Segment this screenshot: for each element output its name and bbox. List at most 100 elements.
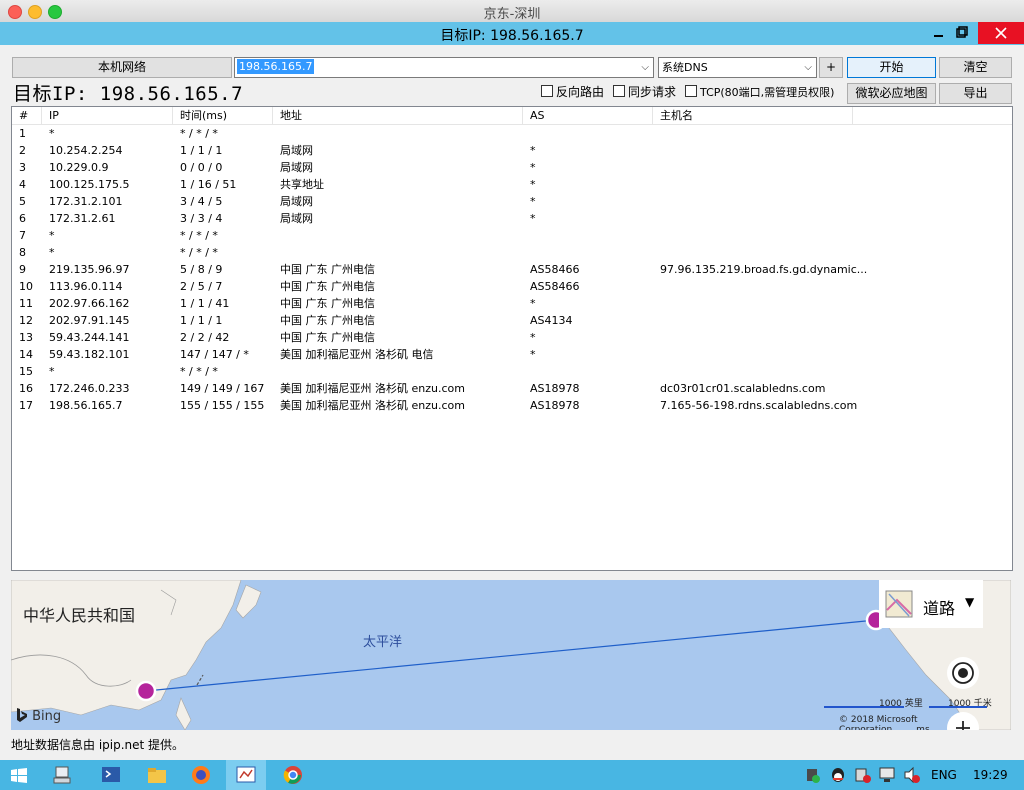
sync-request-label: 同步请求 <box>628 85 677 99</box>
table-row[interactable]: 3 10.229.0.9 0 / 0 / 0 局域网 * <box>12 159 1012 176</box>
cell-as: * <box>530 297 536 310</box>
sync-request-checkbox[interactable]: 同步请求 <box>613 85 676 99</box>
caret-down-icon[interactable]: ▼ <box>965 595 974 609</box>
cell-number: 11 <box>19 297 33 310</box>
trace-table[interactable]: # IP 时间(ms) 地址 AS 主机名 1 * * / * / * 2 10.254… <box>11 106 1013 571</box>
cell-time: 149 / 149 / 167 <box>180 382 265 395</box>
table-row[interactable]: 8 * * / * / * <box>12 244 1012 261</box>
source-marker <box>135 680 157 702</box>
cell-time: * / * / * <box>180 127 218 140</box>
cell-number: 9 <box>19 263 26 276</box>
tcp-checkbox[interactable]: TCP(80端口,需管理员权限) <box>685 85 834 100</box>
cell-address: 中国 广东 广州电信 <box>280 280 375 293</box>
table-row[interactable]: 17 198.56.165.7 155 / 155 / 155 美国 加利福尼亚州 洛… <box>12 397 1012 414</box>
cell-ip: 202.97.91.145 <box>49 314 130 327</box>
cell-time: 1 / 1 / 41 <box>180 297 230 310</box>
cell-time: 147 / 147 / * <box>180 348 249 361</box>
column-header-hostname[interactable]: 主机名 <box>653 107 853 124</box>
table-row[interactable]: 2 10.254.2.254 1 / 1 / 1 局域网 * <box>12 142 1012 159</box>
column-header-ip[interactable]: IP <box>42 107 173 124</box>
restore-button[interactable] <box>947 22 977 42</box>
table-row[interactable]: 16 172.246.0.233 149 / 149 / 167 美国 加利福尼亚州 … <box>12 380 1012 397</box>
network-tool-icon[interactable] <box>52 764 74 786</box>
chrome-icon[interactable] <box>282 764 304 786</box>
cell-number: 5 <box>19 195 26 208</box>
cell-hostname: 7.165-56-198.rdns.scalabledns.com <box>660 399 858 412</box>
checkbox-icon[interactable] <box>613 85 625 97</box>
cell-as: * <box>530 348 536 361</box>
cell-address: 中国 广东 广州电信 <box>280 314 375 327</box>
cell-ip: 219.135.96.97 <box>49 263 130 276</box>
cell-number: 1 <box>19 127 26 140</box>
volume-muted-icon[interactable] <box>903 766 925 788</box>
table-row[interactable]: 11 202.97.66.162 1 / 1 / 41 中国 广东 广州电信 * <box>12 295 1012 312</box>
clock[interactable]: 19:29 <box>973 768 1008 782</box>
close-button[interactable] <box>978 22 1024 44</box>
device-tray-icon[interactable] <box>854 766 876 788</box>
network-tray-icon[interactable] <box>878 766 900 788</box>
column-header-number[interactable]: # <box>12 107 42 124</box>
cell-time: * / * / * <box>180 229 218 242</box>
locate-me-icon[interactable] <box>946 656 980 690</box>
table-row[interactable]: 13 59.43.244.141 2 / 2 / 42 中国 广东 广州电信 * <box>12 329 1012 346</box>
security-tray-icon[interactable] <box>804 766 826 788</box>
input-language-indicator[interactable]: ENG <box>931 768 957 782</box>
cell-number: 8 <box>19 246 26 259</box>
cell-time: 1 / 16 / 51 <box>180 178 237 191</box>
restore-icon <box>956 26 968 38</box>
firefox-icon[interactable] <box>190 764 212 786</box>
bing-map-button[interactable]: 微软必应地图 <box>847 83 936 104</box>
taskbar: ENG 19:29 <box>0 760 1024 790</box>
qq-tray-icon[interactable] <box>829 766 851 788</box>
map-style-selector[interactable]: 道路 ▼ <box>879 580 983 628</box>
chevron-down-icon[interactable]: ⌵ <box>641 58 649 77</box>
table-row[interactable]: 7 * * / * / * <box>12 227 1012 244</box>
table-row[interactable]: 6 172.31.2.61 3 / 3 / 4 局域网 * <box>12 210 1012 227</box>
export-button[interactable]: 导出 <box>939 83 1012 104</box>
clear-button[interactable]: 清空 <box>939 57 1012 78</box>
cell-number: 7 <box>19 229 26 242</box>
table-row[interactable]: 4 100.125.175.5 1 / 16 / 51 共享地址 * <box>12 176 1012 193</box>
cell-time: 5 / 8 / 9 <box>180 263 223 276</box>
column-header-address[interactable]: 地址 <box>273 107 523 124</box>
route-map[interactable]: 中华人民共和国 太平洋 道路 ▼ 1000 英里 1000 千米 © 2018 … <box>11 580 1011 730</box>
checkbox-icon[interactable] <box>541 85 553 97</box>
bing-logo-icon <box>17 708 27 722</box>
cell-address: 中国 广东 广州电信 <box>280 263 375 276</box>
scale-bar-km <box>929 706 987 708</box>
table-row[interactable]: 1 * * / * / * <box>12 125 1012 142</box>
ip-input[interactable]: 198.56.165.7 ⌵ <box>234 57 654 78</box>
cell-time: 1 / 1 / 1 <box>180 144 223 157</box>
table-row[interactable]: 15 * * / * / * <box>12 363 1012 380</box>
table-row[interactable]: 14 59.43.182.101 147 / 147 / * 美国 加利福尼亚州 洛杉… <box>12 346 1012 363</box>
file-explorer-icon[interactable] <box>146 764 168 786</box>
local-network-button[interactable]: 本机网络 <box>12 57 232 78</box>
start-button[interactable]: 开始 <box>847 57 936 78</box>
mac-title-bar: 京东-深圳 <box>0 0 1024 23</box>
reverse-route-label: 反向路由 <box>556 85 605 99</box>
start-windows-icon[interactable] <box>10 767 32 789</box>
cell-ip: 202.97.66.162 <box>49 297 130 310</box>
cell-hostname: dc03r01cr01.scalabledns.com <box>660 382 826 395</box>
column-header-as[interactable]: AS <box>523 107 653 124</box>
column-header-time[interactable]: 时间(ms) <box>173 107 273 124</box>
map-style-label: 道路 <box>923 599 956 618</box>
dns-select[interactable]: 系统DNS ⌵ <box>658 57 817 78</box>
table-row[interactable]: 5 172.31.2.101 3 / 4 / 5 局域网 * <box>12 193 1012 210</box>
add-button[interactable]: + <box>819 57 843 78</box>
reverse-route-checkbox[interactable]: 反向路由 <box>541 85 604 99</box>
route-line <box>145 619 877 692</box>
cell-as: * <box>530 161 536 174</box>
table-row[interactable]: 12 202.97.91.145 1 / 1 / 1 中国 广东 广州电信 AS4134 <box>12 312 1012 329</box>
cell-ip: 100.125.175.5 <box>49 178 130 191</box>
checkbox-icon[interactable] <box>685 85 697 97</box>
table-row[interactable]: 10 113.96.0.114 2 / 5 / 7 中国 广东 广州电信 AS58466 <box>12 278 1012 295</box>
chevron-down-icon[interactable]: ⌵ <box>804 58 812 77</box>
cell-as: * <box>530 178 536 191</box>
cell-ip: * <box>49 229 55 242</box>
powershell-icon[interactable] <box>100 764 122 786</box>
status-text: 地址数据信息由 ipip.net 提供。 <box>11 738 185 752</box>
table-row[interactable]: 9 219.135.96.97 5 / 8 / 9 中国 广东 广州电信 AS58466… <box>12 261 1012 278</box>
besttrace-icon[interactable] <box>235 764 257 786</box>
target-ip-label: 目标IP: 198.56.165.7 <box>13 83 244 105</box>
